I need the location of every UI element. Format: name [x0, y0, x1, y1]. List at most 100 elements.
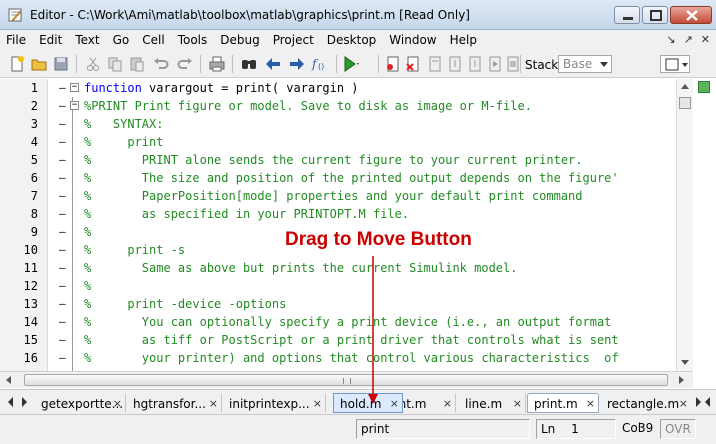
- horizontal-scroll-thumb[interactable]: [24, 374, 668, 386]
- tab-hold-dragging[interactable]: hold.m ×: [333, 393, 403, 413]
- tab-rectangle[interactable]: rectangle.m ×: [600, 393, 692, 413]
- code-line[interactable]: 4 – % print: [0, 135, 676, 153]
- breakpoint-marker[interactable]: –: [59, 207, 66, 220]
- vertical-scrollbar[interactable]: [676, 79, 693, 371]
- cut-icon[interactable]: [84, 55, 102, 73]
- breakpoint-marker[interactable]: –: [59, 279, 66, 292]
- code-line[interactable]: 13 – % print -device -options: [0, 297, 676, 315]
- close-button[interactable]: [670, 6, 712, 24]
- menu-desktop[interactable]: Desktop: [327, 33, 377, 47]
- print-icon[interactable]: [208, 55, 226, 73]
- tab-line[interactable]: line.m ×: [458, 393, 526, 413]
- breakpoint-marker[interactable]: –: [59, 189, 66, 202]
- undock-icon[interactable]: ↘: [666, 33, 675, 46]
- step-icon[interactable]: [426, 55, 444, 73]
- fold-toggle-icon[interactable]: −: [70, 83, 79, 92]
- breakpoint-marker[interactable]: –: [59, 135, 66, 148]
- code-line[interactable]: 1 – − function varargout = print( varargin …: [0, 81, 676, 99]
- menu-text[interactable]: Text: [75, 33, 99, 47]
- dock-icon[interactable]: ↗: [684, 33, 693, 46]
- breakpoint-marker[interactable]: –: [59, 333, 66, 346]
- find-icon[interactable]: [240, 55, 258, 73]
- breakpoint-set-icon[interactable]: [384, 55, 402, 73]
- breakpoint-marker[interactable]: –: [59, 153, 66, 166]
- scroll-up-icon[interactable]: [681, 84, 689, 89]
- breakpoint-marker[interactable]: –: [59, 297, 66, 310]
- tab-next-icon[interactable]: [22, 397, 27, 407]
- copy-icon[interactable]: [106, 55, 124, 73]
- tab-initprintexporttemplate[interactable]: initprintexp... ×: [222, 393, 326, 413]
- close-editor-icon[interactable]: ✕: [701, 33, 710, 46]
- tab-getexporttemplate[interactable]: getexportte... ×: [34, 393, 126, 413]
- menu-debug[interactable]: Debug: [220, 33, 259, 47]
- menu-file[interactable]: File: [6, 33, 26, 47]
- breakpoint-marker[interactable]: –: [59, 117, 66, 130]
- continue-icon[interactable]: [486, 55, 504, 73]
- code-line[interactable]: 7 – % PaperPosition[mode] properties and y…: [0, 189, 676, 207]
- menu-window[interactable]: Window: [389, 33, 436, 47]
- code-line[interactable]: 3 – % SYNTAX:: [0, 117, 676, 135]
- tab-close-icon[interactable]: ×: [313, 395, 322, 413]
- code-line[interactable]: 5 – % PRINT alone sends the current figure…: [0, 153, 676, 171]
- line-number: 12: [23, 279, 38, 293]
- menu-project[interactable]: Project: [273, 33, 314, 47]
- tab-hgtransform[interactable]: hgtransfor... ×: [126, 393, 222, 413]
- forward-arrow-icon[interactable]: [288, 55, 306, 73]
- step-out-icon[interactable]: [466, 55, 484, 73]
- code-line[interactable]: 15 – % as tiff or PostScript or a print dr…: [0, 333, 676, 351]
- breakpoint-marker[interactable]: –: [59, 261, 66, 274]
- new-file-icon[interactable]: [8, 55, 26, 73]
- breakpoint-marker[interactable]: –: [59, 243, 66, 256]
- scroll-down-icon[interactable]: [681, 360, 689, 365]
- tab-close-icon[interactable]: ×: [586, 395, 595, 413]
- code-line[interactable]: 2 – − %PRINT Print figure or model. Save to…: [0, 99, 676, 117]
- tab-print-active[interactable]: print.m ×: [527, 393, 599, 413]
- layout-button[interactable]: [660, 55, 690, 73]
- breakpoint-marker[interactable]: –: [59, 81, 66, 94]
- redo-icon[interactable]: [176, 55, 194, 73]
- tab-close-icon[interactable]: ×: [390, 395, 399, 413]
- breakpoint-marker[interactable]: –: [59, 315, 66, 328]
- save-icon[interactable]: [52, 55, 70, 73]
- horizontal-scrollbar[interactable]: [0, 371, 693, 388]
- tab-close-icon[interactable]: ×: [679, 395, 688, 413]
- tab-scroll-left-icon[interactable]: [705, 397, 710, 407]
- code-line[interactable]: 12 –%: [0, 279, 676, 297]
- undo-icon[interactable]: [152, 55, 170, 73]
- tab-close-icon[interactable]: ×: [113, 395, 122, 413]
- paste-icon[interactable]: [128, 55, 146, 73]
- menu-cell[interactable]: Cell: [142, 33, 164, 47]
- step-in-icon[interactable]: [446, 55, 464, 73]
- breakpoint-marker[interactable]: –: [59, 225, 66, 238]
- breakpoint-marker[interactable]: –: [59, 351, 66, 364]
- fold-toggle-icon[interactable]: −: [70, 101, 79, 110]
- code-editor[interactable]: 1– − function varargout = print( varargin …: [0, 79, 676, 371]
- back-arrow-icon[interactable]: [264, 55, 282, 73]
- tab-close-icon[interactable]: ×: [513, 395, 522, 413]
- tab-close-icon[interactable]: ×: [443, 395, 452, 413]
- maximize-button[interactable]: [642, 6, 668, 24]
- minimize-button[interactable]: [614, 6, 640, 24]
- tab-close-icon[interactable]: ×: [209, 395, 218, 413]
- menu-help[interactable]: Help: [450, 33, 477, 47]
- tab-prev-icon[interactable]: [8, 397, 13, 407]
- breakpoint-marker[interactable]: –: [59, 99, 66, 112]
- vertical-scroll-thumb[interactable]: [679, 97, 691, 109]
- run-icon[interactable]: [342, 55, 360, 73]
- code-line[interactable]: 14 – % You can optionally specify a print …: [0, 315, 676, 333]
- function-icon[interactable]: f(): [310, 55, 328, 73]
- scroll-left-icon[interactable]: [6, 376, 11, 384]
- tab-scroll-right-icon[interactable]: [696, 397, 701, 407]
- scroll-right-icon[interactable]: [679, 376, 684, 384]
- code-line[interactable]: 8 – % as specified in your PRINTOPT.M file…: [0, 207, 676, 225]
- menu-go[interactable]: Go: [113, 33, 130, 47]
- code-line[interactable]: 11 – % Same as above but prints the curren…: [0, 261, 676, 279]
- code-line[interactable]: 6 – % The size and position of the printed…: [0, 171, 676, 189]
- code-line[interactable]: 16 – % your printer) and options that cont…: [0, 351, 676, 369]
- stack-dropdown[interactable]: Base: [558, 55, 612, 73]
- menu-edit[interactable]: Edit: [39, 33, 62, 47]
- breakpoint-marker[interactable]: –: [59, 171, 66, 184]
- breakpoint-clear-icon[interactable]: [404, 55, 422, 73]
- open-folder-icon[interactable]: [30, 55, 48, 73]
- menu-tools[interactable]: Tools: [178, 33, 208, 47]
